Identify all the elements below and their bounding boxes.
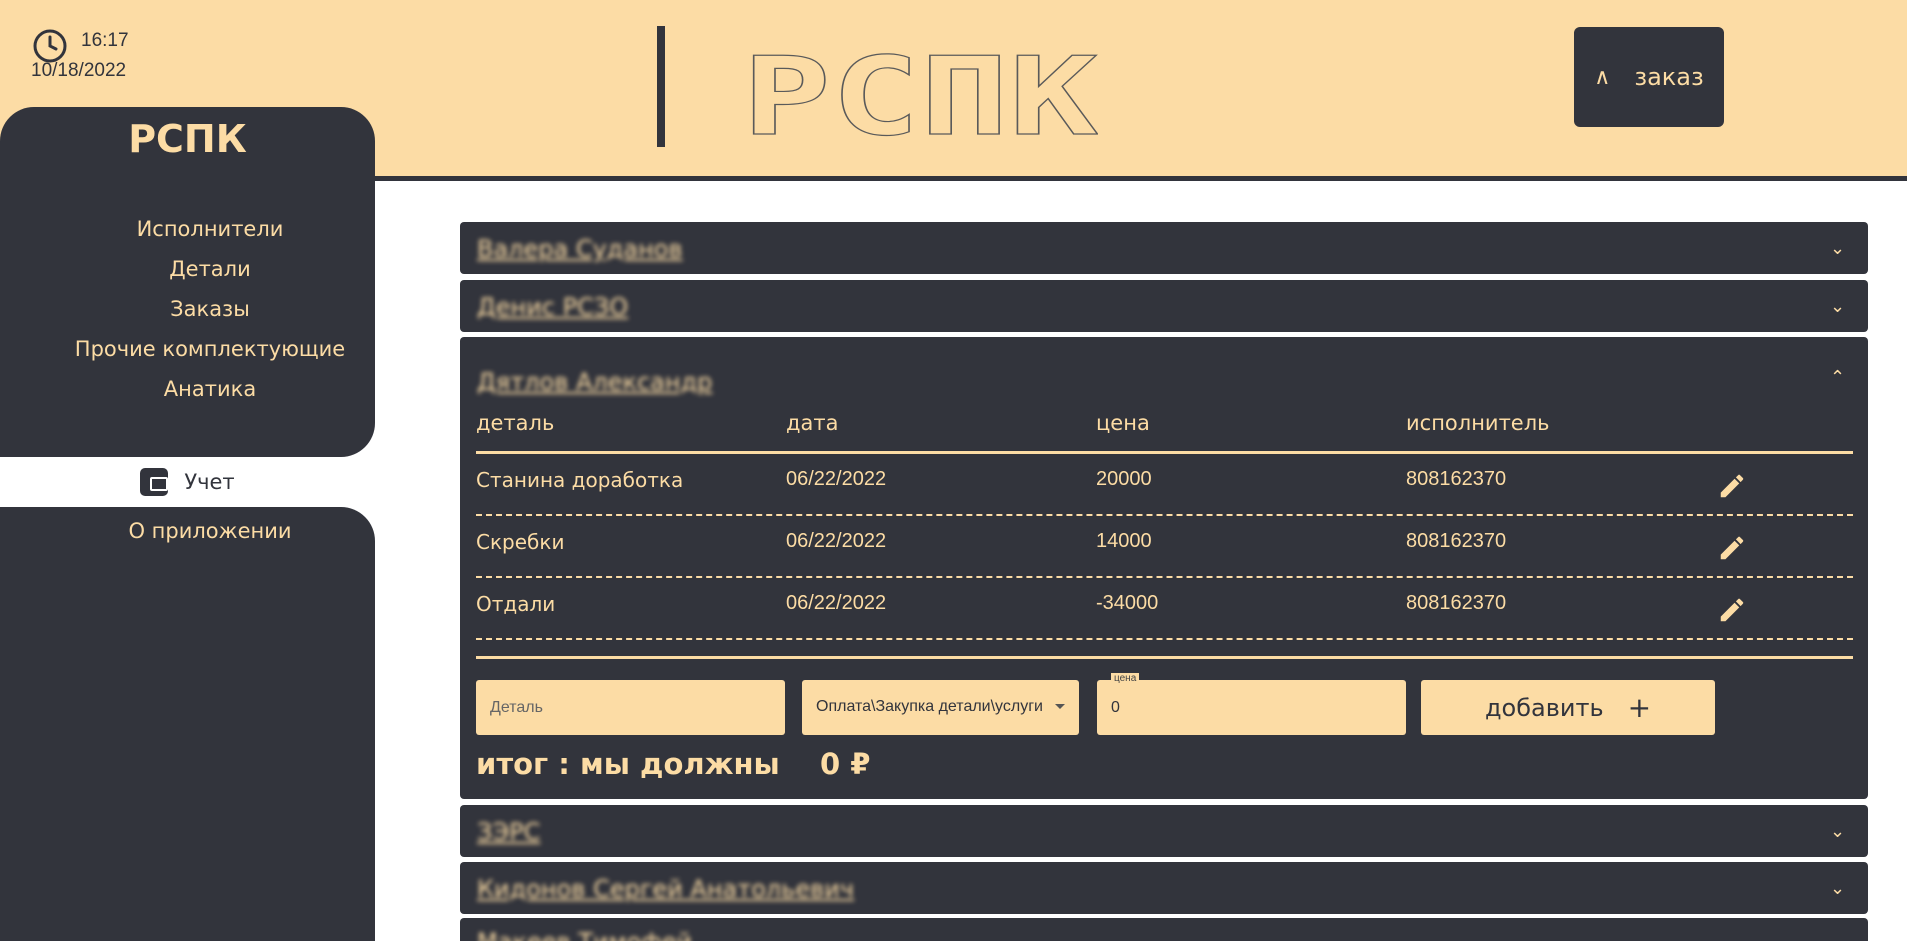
sidebar-top: РСПК Исполнители Детали Заказы Прочие ко… <box>0 107 375 457</box>
add-button[interactable]: добавить + <box>1421 680 1715 735</box>
row-divider <box>476 576 1853 578</box>
price-field[interactable]: цена <box>1097 673 1406 735</box>
header-divider <box>657 26 665 147</box>
order-button-label: заказ <box>1634 63 1704 91</box>
add-button-label: добавить <box>1484 693 1604 722</box>
clock-time: 16:17 <box>81 30 129 51</box>
sidebar-item-label: Учет <box>184 470 235 494</box>
chevron-down-icon[interactable]: ⌄ <box>1830 821 1846 842</box>
logo: РСПК <box>742 48 1098 138</box>
accordion-panel[interactable]: Макеев Тимофей <box>460 918 1868 941</box>
chevron-down-icon[interactable]: ⌄ <box>1830 296 1846 317</box>
detail-field[interactable] <box>476 680 785 735</box>
cell-executor: 808162370 <box>1406 592 1507 614</box>
cell-date: 06/22/2022 <box>786 530 887 552</box>
table-footer-divider <box>476 656 1853 659</box>
cell-date: 06/22/2022 <box>786 468 887 490</box>
cell-detail: Отдали <box>476 592 556 616</box>
type-select[interactable]: Оплата\Закупка детали\услуги <box>802 680 1079 735</box>
edit-icon[interactable] <box>1717 595 1747 625</box>
sidebar-item-orders[interactable]: Заказы <box>0 297 420 321</box>
cell-price: 14000 <box>1096 530 1152 552</box>
price-input[interactable] <box>1097 680 1406 735</box>
clock-icon <box>33 29 67 63</box>
column-header-detail: деталь <box>476 411 555 435</box>
detail-input[interactable] <box>476 680 785 735</box>
logo-text: РСПК <box>742 48 1098 138</box>
sidebar-item-executors[interactable]: Исполнители <box>0 217 420 241</box>
sidebar: РСПК Исполнители Детали Заказы Прочие ко… <box>0 107 375 941</box>
cell-executor: 808162370 <box>1406 530 1507 552</box>
row-divider <box>476 514 1853 516</box>
column-header-executor: исполнитель <box>1406 411 1550 435</box>
sidebar-item-about[interactable]: О приложении <box>0 519 420 543</box>
panel-title[interactable]: Дятлов Александр <box>477 355 712 409</box>
accordion-panel[interactable]: ЗЭРС ⌄ <box>460 805 1868 857</box>
table-header-divider <box>476 451 1853 454</box>
cell-price: 20000 <box>1096 468 1152 490</box>
row-divider <box>476 638 1853 640</box>
panel-title[interactable]: Кидонов Сергей Анатольевич <box>477 862 854 916</box>
panel-title[interactable]: Валера Суданов <box>477 222 683 276</box>
compass-icon: ∧ <box>1594 64 1611 90</box>
cell-date: 06/22/2022 <box>786 592 887 614</box>
cell-price: -34000 <box>1096 592 1159 614</box>
accordion-panel[interactable]: Кидонов Сергей Анатольевич ⌄ <box>460 862 1868 914</box>
chevron-down-icon[interactable]: ⌄ <box>1830 878 1846 899</box>
sidebar-item-components[interactable]: Прочие комплектующие <box>0 337 420 361</box>
summary-label: итог : мы должны <box>476 747 780 781</box>
sidebar-bottom: О приложении <box>0 507 375 941</box>
sidebar-item-analytics[interactable]: Анатика <box>0 377 420 401</box>
plus-icon: + <box>1627 691 1652 724</box>
panel-title[interactable]: Денис РСЗО <box>477 280 628 334</box>
panel-title[interactable]: Макеев Тимофей <box>477 918 692 941</box>
accordion-panel[interactable]: Денис РСЗО ⌄ <box>460 280 1868 332</box>
edit-icon[interactable] <box>1717 471 1747 501</box>
clock-date: 10/18/2022 <box>31 60 127 81</box>
column-header-price: цена <box>1096 411 1150 435</box>
chevron-down-icon[interactable]: ⌄ <box>1830 238 1846 259</box>
cell-detail: Станина доработка <box>476 468 684 492</box>
price-label: цена <box>1111 673 1140 684</box>
cell-detail: Скребки <box>476 530 565 554</box>
cell-executor: 808162370 <box>1406 468 1507 490</box>
order-button[interactable]: ∧ заказ <box>1574 27 1724 127</box>
panel-title[interactable]: ЗЭРС <box>477 805 540 859</box>
caret-down-icon <box>1055 704 1065 709</box>
chevron-up-icon[interactable]: ⌃ <box>1830 367 1846 388</box>
edit-icon[interactable] <box>1717 533 1747 563</box>
type-select-value: Оплата\Закупка детали\услуги <box>816 698 1043 715</box>
summary-value: 0 ₽ <box>820 747 871 781</box>
sidebar-item-details[interactable]: Детали <box>0 257 420 281</box>
sidebar-brand: РСПК <box>128 117 247 161</box>
column-header-date: дата <box>786 411 839 435</box>
accordion-panel[interactable]: Валера Суданов ⌄ <box>460 222 1868 274</box>
sidebar-item-accounting[interactable]: Учет <box>0 457 375 507</box>
wallet-icon <box>140 468 169 496</box>
